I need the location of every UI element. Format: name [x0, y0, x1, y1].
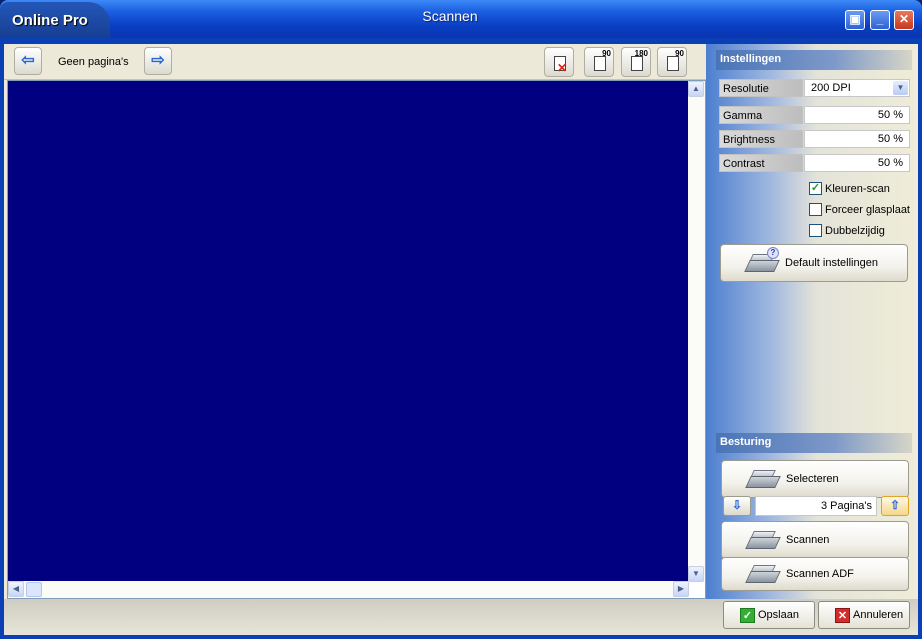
force-glass-checkbox[interactable]: Forceer glasplaat	[809, 203, 910, 219]
scroll-down-icon[interactable]: ▼	[688, 566, 704, 582]
cancel-button[interactable]: ✕ Annuleren	[818, 601, 910, 629]
checkbox-unchecked[interactable]	[809, 224, 822, 237]
rotate-icon	[631, 56, 643, 71]
delete-page-button[interactable]: ✕	[544, 47, 574, 77]
checkbox-unchecked[interactable]	[809, 203, 822, 216]
save-button[interactable]: ✓ Opslaan	[723, 601, 815, 629]
page-label: Geen pagina's	[58, 56, 129, 68]
rotate-badge: 180	[634, 49, 648, 58]
scan-window: Online Pro Scannen ▣ _ ✕ ⇦ Geen pagina's…	[0, 0, 922, 639]
rotate-badge: 90	[675, 49, 684, 58]
pages-value[interactable]: 3 Pagina's	[755, 496, 877, 516]
brightness-label: Brightness	[719, 130, 803, 148]
scan-adf-button[interactable]: Scannen ADF	[721, 557, 909, 591]
resolution-select[interactable]: 200 DPI ▼	[804, 79, 910, 97]
scroll-left-icon[interactable]: ◀	[8, 581, 24, 597]
arrow-up-icon: ⇧	[889, 498, 901, 512]
resolution-value: 200 DPI	[811, 82, 851, 94]
scroll-right-icon[interactable]: ▶	[673, 581, 689, 597]
settings-header: Instellingen	[716, 50, 912, 70]
pages-up-button[interactable]: ⇧	[881, 496, 909, 516]
scan-button[interactable]: Scannen	[721, 521, 909, 559]
scanner-icon	[745, 531, 781, 551]
minimize-button[interactable]: _	[870, 10, 890, 30]
arrow-down-icon: ⇩	[731, 498, 743, 512]
contrast-field[interactable]: 50 %	[804, 154, 910, 172]
select-button[interactable]: Selecteren	[721, 460, 909, 498]
delete-icon: ✕	[557, 61, 568, 75]
restore-button[interactable]: ▣	[845, 10, 865, 30]
close-button[interactable]: ✕	[894, 10, 914, 30]
pages-down-button[interactable]: ⇩	[723, 496, 751, 516]
scanner-icon	[745, 470, 781, 490]
chevron-down-icon[interactable]: ▼	[893, 81, 908, 95]
title-bar: Online Pro Scannen ▣ _ ✕	[0, 0, 922, 38]
scan-preview: ▲ ▼ ◀ ▶	[7, 80, 706, 599]
scroll-up-icon[interactable]: ▲	[688, 81, 704, 97]
preview-canvas[interactable]	[8, 81, 689, 582]
rotate-badge: 90	[602, 49, 611, 58]
rotate-icon	[667, 56, 679, 71]
next-page-button[interactable]: ⇨	[144, 47, 172, 75]
help-icon: ?	[767, 247, 779, 259]
default-settings-button[interactable]: ? Default instellingen	[720, 244, 908, 282]
page-toolbar: ⇦ Geen pagina's ⇨ ✕ 90 180 90	[4, 44, 706, 80]
cancel-icon: ✕	[835, 608, 850, 623]
button-label: Opslaan	[758, 609, 799, 621]
control-header: Besturing	[716, 433, 912, 453]
scanner-icon	[745, 565, 781, 585]
contrast-label: Contrast	[719, 154, 803, 172]
brightness-field[interactable]: 50 %	[804, 130, 910, 148]
checkbox-label: Forceer glasplaat	[825, 203, 910, 216]
gamma-field[interactable]: 50 %	[804, 106, 910, 124]
vertical-scrollbar[interactable]: ▲ ▼	[688, 81, 705, 582]
rotate-90-right-button[interactable]: 90	[584, 47, 614, 77]
window-title: Scannen	[422, 8, 478, 24]
client-area: ⇦ Geen pagina's ⇨ ✕ 90 180 90 ▲ ▼ ◀ ▶ In…	[4, 44, 918, 635]
button-label: Selecteren	[786, 473, 839, 485]
gamma-label: Gamma	[719, 106, 803, 124]
scroll-thumb[interactable]	[26, 582, 42, 597]
checkbox-label: Kleuren-scan	[825, 182, 890, 195]
button-label: Scannen	[786, 534, 830, 546]
color-scan-checkbox[interactable]: ✓ Kleuren-scan	[809, 182, 890, 198]
checkmark-icon: ✓	[740, 608, 755, 623]
settings-panel: Instellingen Resolutie 200 DPI ▼ Gamma 5…	[706, 44, 918, 599]
button-label: Scannen ADF	[786, 568, 854, 580]
checkbox-checked[interactable]: ✓	[809, 182, 822, 195]
button-label: Annuleren	[853, 609, 904, 621]
checkbox-label: Dubbelzijdig	[825, 224, 885, 237]
arrow-right-icon: ⇨	[151, 52, 165, 69]
duplex-checkbox[interactable]: Dubbelzijdig	[809, 224, 885, 240]
rotate-icon	[594, 56, 606, 71]
rotate-90-left-button[interactable]: 90	[657, 47, 687, 77]
previous-page-button[interactable]: ⇦	[14, 47, 42, 75]
pages-stepper: ⇩ 3 Pagina's ⇧	[723, 496, 911, 518]
resolution-label: Resolutie	[719, 79, 803, 97]
arrow-left-icon: ⇦	[21, 52, 35, 69]
button-label: Default instellingen	[785, 257, 878, 269]
horizontal-scrollbar[interactable]: ◀ ▶	[8, 581, 689, 598]
rotate-180-button[interactable]: 180	[621, 47, 651, 77]
